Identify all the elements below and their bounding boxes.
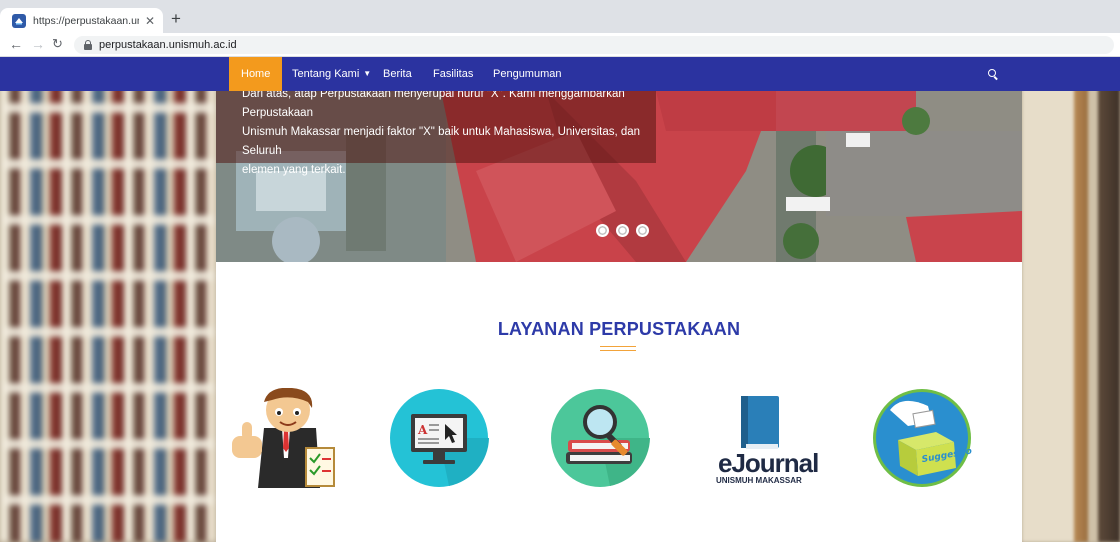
slider-dot-2[interactable] — [616, 224, 629, 237]
slider-dot-3[interactable] — [636, 224, 649, 237]
ejournal-logo-subtext: UNISMUH MAKASSAR — [716, 476, 802, 485]
slide-caption: Dari atas, atap Perpustakaan menyerupai … — [216, 91, 656, 176]
suggestion-box-icon: Suggestion Box — [873, 389, 972, 487]
lock-icon[interactable] — [84, 40, 92, 50]
forward-arrow-icon[interactable]: → — [31, 37, 45, 51]
service-online-catalog[interactable]: A — [389, 388, 489, 488]
search-icon[interactable] — [988, 69, 996, 77]
main-navbar: Home Tentang Kami ▼ Berita Fasilitas Peng… — [0, 57, 1120, 91]
service-book-search[interactable] — [550, 388, 650, 488]
site-favicon-icon — [12, 13, 26, 28]
nav-pengumuman[interactable]: Pengumuman — [493, 57, 562, 91]
chevron-down-icon: ▼ — [363, 69, 372, 78]
library-shelves-background-left — [0, 57, 216, 542]
nav-tentang-kami[interactable]: Tentang Kami ▼ — [292, 57, 371, 91]
book-search-icon — [551, 389, 650, 487]
close-tab-icon[interactable]: ✕ — [145, 15, 155, 27]
nav-berita[interactable]: Berita — [383, 57, 412, 91]
services-section: LAYANAN PERPUSTAKAAN A eJournal UNISMUH … — [216, 262, 1022, 542]
back-arrow-icon[interactable]: ← — [9, 37, 23, 51]
address-bar: ← → ↻ perpustakaan.unismuh.ac.id — [0, 33, 1120, 57]
slider-dots — [596, 224, 649, 237]
new-tab-button[interactable]: + — [171, 10, 181, 27]
browser-tab[interactable]: https://perpustakaan.unismuh.ac ✕ — [0, 8, 163, 33]
url-omnibox[interactable]: perpustakaan.unismuh.ac.id — [74, 36, 1114, 54]
slider-dot-1[interactable] — [596, 224, 609, 237]
tab-title: https://perpustakaan.unismuh.ac — [33, 14, 139, 27]
ejournal-logo-text: eJournal — [718, 448, 819, 478]
url-text[interactable]: perpustakaan.unismuh.ac.id — [99, 39, 237, 51]
hero-slider: Dari atas, atap Perpustakaan menyerupai … — [216, 91, 1022, 262]
title-underline — [600, 346, 636, 351]
thumbs-up-librarian-icon — [232, 388, 335, 488]
reload-icon[interactable]: ↻ — [52, 37, 63, 50]
service-thumbs-up-librarian[interactable] — [228, 388, 335, 488]
nav-fasilitas[interactable]: Fasilitas — [433, 57, 473, 91]
svg-text:A: A — [417, 423, 428, 437]
nav-home[interactable]: Home — [229, 57, 283, 91]
service-ejournal[interactable]: eJournal UNISMUH MAKASSAR — [710, 388, 819, 488]
browser-tabstrip: https://perpustakaan.unismuh.ac ✕ + — [0, 0, 1120, 33]
library-shelves-background-right — [1022, 57, 1120, 542]
section-title: LAYANAN PERPUSTAKAAN — [497, 319, 741, 339]
caption-line-1: Dari atas, atap Perpustakaan menyerupai … — [242, 91, 625, 119]
service-suggestion-box[interactable]: Suggestion Box — [872, 388, 972, 488]
caption-line-2: Unismuh Makassar menjadi faktor "X" baik… — [242, 126, 641, 157]
online-catalog-icon: A — [390, 389, 489, 487]
caption-line-3: elemen yang terkait. — [242, 164, 346, 176]
nav-tentang-kami-label: Tentang Kami — [292, 68, 360, 80]
